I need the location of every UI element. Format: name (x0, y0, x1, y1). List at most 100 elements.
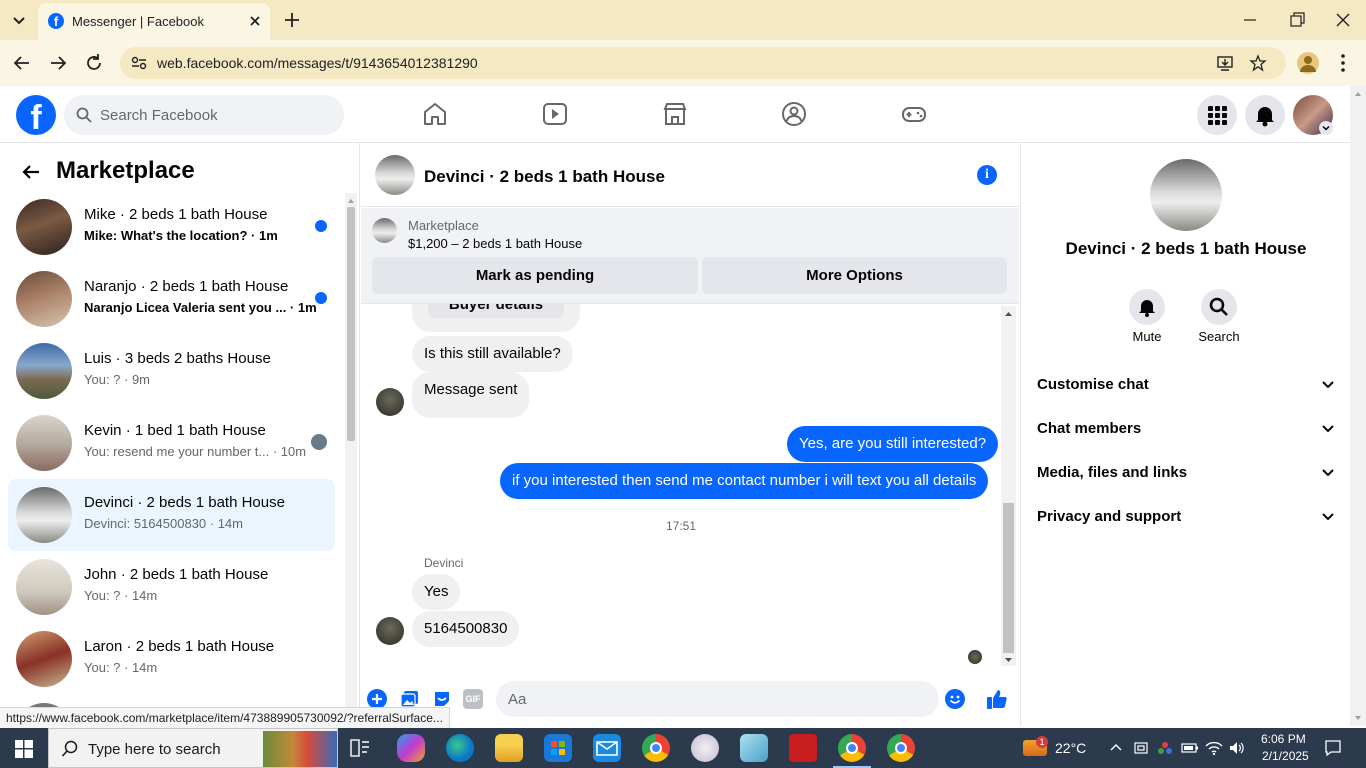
task-view-icon[interactable] (349, 738, 371, 758)
file-explorer-icon[interactable] (495, 734, 523, 762)
scrollbar-thumb[interactable] (347, 207, 355, 441)
tab-search-button[interactable] (8, 10, 30, 30)
message-thread-scrollbar[interactable] (1001, 306, 1016, 666)
install-app-icon[interactable] (1216, 54, 1234, 72)
home-icon[interactable] (421, 100, 449, 128)
clock-time[interactable]: 6:06 PM (1261, 732, 1306, 746)
marketplace-icon[interactable] (661, 100, 689, 128)
search-in-conversation-button[interactable] (1201, 289, 1237, 325)
sender-avatar[interactable] (376, 388, 404, 416)
volume-icon[interactable] (1228, 740, 1246, 756)
browser-menu-icon[interactable] (1338, 52, 1348, 74)
battery-icon[interactable] (1181, 741, 1199, 755)
restore-window-icon[interactable] (1287, 10, 1307, 30)
conversation-name: Kevin · 1 bed 1 bath House (84, 422, 266, 439)
copilot-app-icon[interactable] (397, 734, 425, 762)
gaming-icon[interactable] (900, 100, 928, 128)
sticker-icon[interactable] (432, 689, 452, 709)
chrome-icon-active[interactable] (838, 734, 866, 762)
conversation-item[interactable]: John · 2 beds 1 bath House You: ? · 14m (8, 551, 335, 623)
bookmark-star-icon[interactable] (1249, 54, 1267, 72)
privacy-support-section[interactable]: Privacy and support (1037, 497, 1337, 537)
temperature-label[interactable]: 22°C (1055, 740, 1086, 756)
listing-thumbnail (16, 199, 72, 255)
media-files-links-section[interactable]: Media, files and links (1037, 453, 1337, 493)
facebook-search-input[interactable]: Search Facebook (64, 95, 344, 135)
drawing-app-icon[interactable] (691, 734, 719, 762)
groups-icon[interactable] (780, 100, 808, 128)
conversation-snippet: You: ? · 14m (84, 588, 158, 603)
chat-title[interactable]: Devinci · 2 beds 1 bath House (424, 167, 665, 187)
search-icon (76, 107, 92, 123)
browser-tab[interactable]: f Messenger | Facebook (38, 3, 270, 40)
chat-listing-avatar[interactable] (375, 155, 415, 195)
chrome-icon[interactable] (642, 734, 670, 762)
mute-button[interactable] (1129, 289, 1165, 325)
message-input[interactable]: Aa (496, 681, 965, 717)
attach-photo-icon[interactable] (400, 689, 420, 709)
minimize-window-icon[interactable] (1240, 12, 1260, 28)
back-arrow-icon[interactable] (20, 161, 42, 183)
sender-name: Devinci (424, 556, 464, 570)
chevron-down-icon (1319, 463, 1337, 481)
buyer-details-card[interactable]: Buyer details (412, 304, 580, 332)
forward-arrow-icon[interactable] (47, 52, 69, 74)
conversation-item[interactable]: Kevin · 1 bed 1 bath House You: resend m… (8, 407, 335, 479)
reload-icon[interactable] (83, 52, 105, 74)
back-arrow-icon[interactable] (11, 52, 33, 74)
message-thread: Buyer details Is this still available? M… (361, 304, 1001, 674)
notes-app-icon[interactable] (740, 734, 768, 762)
facebook-logo[interactable]: f (16, 95, 56, 137)
sender-avatar[interactable] (376, 617, 404, 645)
show-hidden-icons-icon[interactable] (1109, 741, 1123, 755)
conversation-item[interactable]: Mike · 2 beds 1 bath House Mike: What's … (8, 191, 335, 263)
chrome-profile-icon[interactable] (887, 734, 915, 762)
windows-start-icon[interactable] (15, 740, 33, 758)
notifications-bell-button[interactable] (1245, 95, 1285, 135)
message-bubble-incoming: Message sent (412, 372, 530, 418)
customise-chat-section[interactable]: Customise chat (1037, 365, 1337, 405)
taskbar-search-box[interactable]: Type here to search (48, 728, 338, 768)
page-scrollbar[interactable] (1350, 86, 1366, 726)
scrollbar-thumb[interactable] (1003, 503, 1014, 653)
listing-price-title[interactable]: $1,200 – 2 beds 1 bath House (408, 236, 582, 251)
emoji-icon[interactable] (945, 689, 965, 709)
notification-center-icon[interactable] (1324, 739, 1342, 757)
profile-icon[interactable] (1297, 52, 1319, 74)
site-info-icon[interactable] (130, 55, 148, 71)
buyer-details-button[interactable]: Buyer details (428, 304, 564, 318)
gif-icon[interactable]: GIF (463, 689, 483, 709)
conversation-item[interactable]: Luis · 3 beds 2 baths House You: ? · 9m (8, 335, 335, 407)
video-recorder-icon[interactable] (789, 734, 817, 762)
conversation-item[interactable]: Naranjo · 2 beds 1 bath House Naranjo Li… (8, 263, 335, 335)
wifi-icon[interactable] (1205, 740, 1223, 756)
edge-browser-icon[interactable] (446, 734, 474, 762)
mail-app-icon[interactable] (593, 734, 621, 762)
info-icon[interactable]: i (977, 165, 997, 185)
read-receipt-avatar (311, 434, 327, 450)
mark-as-pending-button[interactable]: Mark as pending (372, 257, 698, 294)
microsoft-store-icon[interactable] (544, 734, 572, 762)
close-tab-icon[interactable] (246, 12, 264, 30)
address-bar[interactable]: web.facebook.com/messages/t/914365401238… (120, 47, 1286, 79)
close-window-icon[interactable] (1333, 10, 1353, 30)
video-icon[interactable] (541, 100, 569, 128)
menu-grid-button[interactable] (1197, 95, 1237, 135)
account-chevron-icon[interactable] (1319, 121, 1333, 135)
new-tab-icon[interactable] (282, 10, 302, 30)
more-actions-plus-icon[interactable] (367, 689, 387, 709)
chevron-down-icon (1319, 375, 1337, 393)
conversation-list-scrollbar[interactable] (345, 193, 357, 726)
chat-members-section[interactable]: Chat members (1037, 409, 1337, 449)
listing-avatar-large[interactable] (1150, 159, 1222, 231)
network-share-icon[interactable] (1157, 740, 1173, 756)
conversation-item-selected[interactable]: Devinci · 2 beds 1 bath House Devinci: 5… (8, 479, 335, 551)
more-options-button[interactable]: More Options (702, 257, 1007, 294)
thumbs-up-icon[interactable] (985, 687, 1009, 711)
conversation-item[interactable]: Laron · 2 beds 1 bath House You: ? · 14m (8, 623, 335, 695)
clock-date[interactable]: 2/1/2025 (1262, 749, 1309, 763)
meet-now-icon[interactable] (1133, 740, 1149, 756)
url-text[interactable]: web.facebook.com/messages/t/914365401238… (157, 55, 478, 71)
message-bubble-outgoing: Yes, are you still interested? (787, 426, 999, 462)
browser-toolbar: web.facebook.com/messages/t/914365401238… (0, 40, 1366, 86)
